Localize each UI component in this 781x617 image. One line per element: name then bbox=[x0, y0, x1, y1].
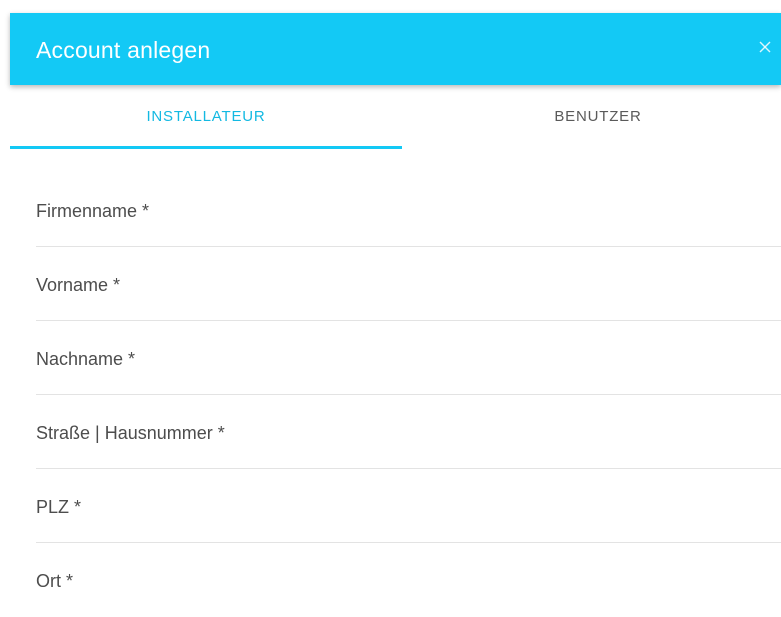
active-tab-indicator bbox=[10, 146, 402, 149]
tab-bar: INSTALLATEUR BENUTZER bbox=[10, 85, 781, 149]
registration-form bbox=[36, 173, 781, 617]
firmenname-input[interactable] bbox=[36, 197, 781, 225]
field-plz bbox=[36, 469, 781, 543]
tab-benutzer[interactable]: BENUTZER bbox=[402, 85, 781, 149]
create-account-dialog: Account anlegen INSTALLATEUR BENUTZER bbox=[10, 13, 781, 609]
ort-input[interactable] bbox=[36, 567, 781, 595]
dialog-title: Account anlegen bbox=[36, 37, 211, 63]
field-firmenname bbox=[36, 173, 781, 247]
close-icon bbox=[757, 39, 773, 55]
strasse-hausnummer-input[interactable] bbox=[36, 419, 781, 447]
dialog-header: Account anlegen bbox=[10, 13, 781, 85]
field-strasse-hausnummer bbox=[36, 395, 781, 469]
field-ort bbox=[36, 543, 781, 617]
close-button[interactable] bbox=[757, 39, 773, 55]
vorname-input[interactable] bbox=[36, 271, 781, 299]
tab-installateur[interactable]: INSTALLATEUR bbox=[10, 85, 402, 149]
plz-input[interactable] bbox=[36, 493, 781, 521]
field-nachname bbox=[36, 321, 781, 395]
nachname-input[interactable] bbox=[36, 345, 781, 373]
field-vorname bbox=[36, 247, 781, 321]
